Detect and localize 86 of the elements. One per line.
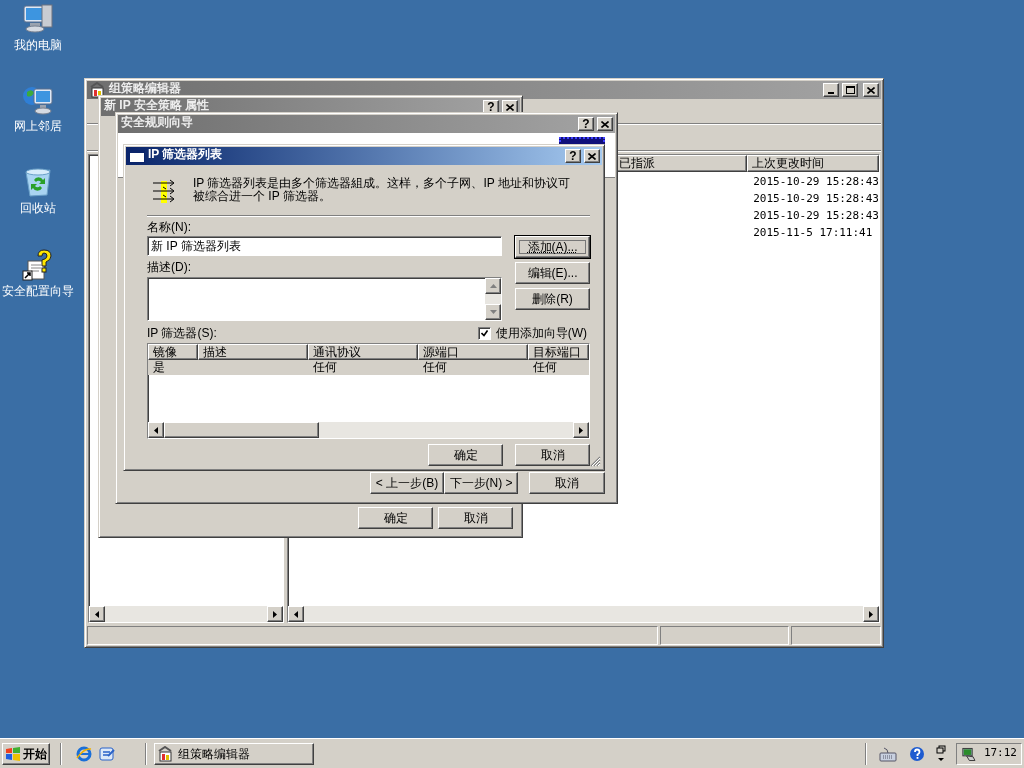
computer-icon	[22, 3, 54, 35]
resize-grip-icon	[590, 456, 601, 467]
desktop-icon-label[interactable]: 回收站	[20, 201, 56, 215]
policy-editor-icon	[158, 745, 174, 762]
button[interactable]: 下一步(N) >	[444, 472, 518, 494]
globe-computer-icon	[22, 84, 54, 116]
window-icon	[129, 149, 145, 163]
table-cell: 是	[153, 360, 165, 374]
button[interactable]: 添加(A)...	[515, 236, 590, 258]
help-icon	[909, 745, 925, 762]
checkbox-label: 使用添加向导(W)	[495, 325, 587, 342]
minimize-button[interactable]	[823, 83, 839, 97]
keyboard-icon	[879, 745, 897, 762]
left-arrow-icon	[154, 426, 158, 434]
button[interactable]: 取消	[438, 507, 513, 529]
start-button[interactable]: 开始	[2, 742, 50, 765]
right-arrow-icon	[869, 610, 873, 618]
button[interactable]: 编辑(E)...	[515, 262, 590, 284]
column-header[interactable]: 通讯协议	[308, 344, 418, 360]
maximize-button[interactable]	[842, 83, 858, 97]
close-icon	[601, 120, 609, 128]
field-label: 描述(D):	[147, 260, 192, 274]
field-label: IP 筛选器(S):	[147, 325, 217, 342]
browser-icon	[76, 745, 92, 762]
taskbar-button[interactable]: 组策略编辑器	[154, 742, 314, 765]
checkbox[interactable]	[477, 326, 491, 340]
window-title: 组策略编辑器	[109, 82, 182, 95]
description-text: IP 筛选器列表是由多个筛选器組成。这样，多个子网、IP 地址和协议可被综合进一个 IP 筛选器。	[193, 177, 571, 205]
windows-logo-icon	[5, 745, 21, 762]
close-button[interactable]	[597, 117, 613, 131]
restore-windows-icon	[936, 744, 946, 763]
window-title: 安全规则向导	[121, 116, 194, 129]
help-button[interactable]: ?	[565, 149, 581, 163]
up-arrow-icon	[489, 284, 497, 288]
table-cell-text: 2015-11-5 17:11:41	[753, 225, 873, 241]
desktop-icon-label[interactable]: 安全配置向导	[2, 284, 74, 298]
left-arrow-icon	[95, 610, 99, 618]
desktop-icon-label[interactable]: 网上邻居	[14, 119, 62, 133]
check-icon	[480, 329, 488, 337]
column-header[interactable]: 描述	[198, 344, 308, 360]
horizontal-scrollbar[interactable]	[89, 606, 284, 623]
scrollbar-thumb[interactable]	[164, 422, 319, 438]
table-cell-text: 2015-10-29 15:28:43	[753, 191, 879, 207]
document-question-icon	[22, 249, 54, 281]
table-cell-text: 2015-10-29 15:28:43	[753, 208, 879, 224]
column-header[interactable]: 目标端口	[528, 344, 589, 360]
left-arrow-icon	[294, 610, 299, 618]
recycle-bin-icon	[22, 166, 54, 198]
right-arrow-icon	[579, 426, 583, 434]
button[interactable]: 删除(R)	[515, 288, 590, 310]
column-header[interactable]: 源端口	[418, 344, 528, 360]
column-header[interactable]: 上次更改时间	[747, 154, 879, 172]
field-label: 名称(N):	[147, 220, 192, 234]
table-row[interactable]: 是 任何 任何 任何	[148, 360, 589, 375]
table-cell-text: 2015-10-29 15:28:43	[753, 174, 879, 190]
column-header[interactable]: 镜像	[148, 344, 198, 360]
close-icon	[588, 152, 596, 160]
description-field[interactable]	[147, 277, 502, 321]
right-arrow-icon	[273, 610, 278, 618]
close-icon	[506, 103, 514, 111]
clock: 17:12	[983, 745, 1017, 762]
maximize-icon	[845, 86, 855, 94]
window-title: 新 IP 安全策略 属性	[104, 99, 211, 112]
help-button[interactable]: ?	[578, 117, 594, 131]
start-label: 开始	[23, 745, 47, 763]
down-arrow-icon	[489, 310, 497, 314]
name-field[interactable]: 新 IP 筛选器列表	[147, 236, 502, 256]
desktop-manager-icon	[99, 745, 115, 762]
desktop-icon-label[interactable]: 我的电脑	[14, 38, 62, 52]
button[interactable]: 确定	[358, 507, 433, 529]
window-title: IP 筛选器列表	[148, 148, 224, 161]
button[interactable]: 确定	[428, 444, 503, 466]
close-button[interactable]	[584, 149, 600, 163]
table-cell: 任何	[313, 360, 337, 374]
table-cell: 任何	[423, 360, 447, 374]
horizontal-scrollbar[interactable]	[148, 422, 589, 438]
network-status-icon	[961, 745, 976, 762]
button[interactable]: 取消	[529, 472, 605, 494]
close-button[interactable]	[863, 83, 879, 97]
button[interactable]: 取消	[515, 444, 590, 466]
close-icon	[867, 86, 875, 94]
table-cell: 任何	[533, 360, 557, 374]
button[interactable]: < 上一步(B)	[370, 472, 444, 494]
horizontal-scrollbar[interactable]	[288, 606, 879, 623]
filter-arrows-icon	[152, 179, 176, 203]
vertical-scrollbar[interactable]	[485, 278, 501, 320]
